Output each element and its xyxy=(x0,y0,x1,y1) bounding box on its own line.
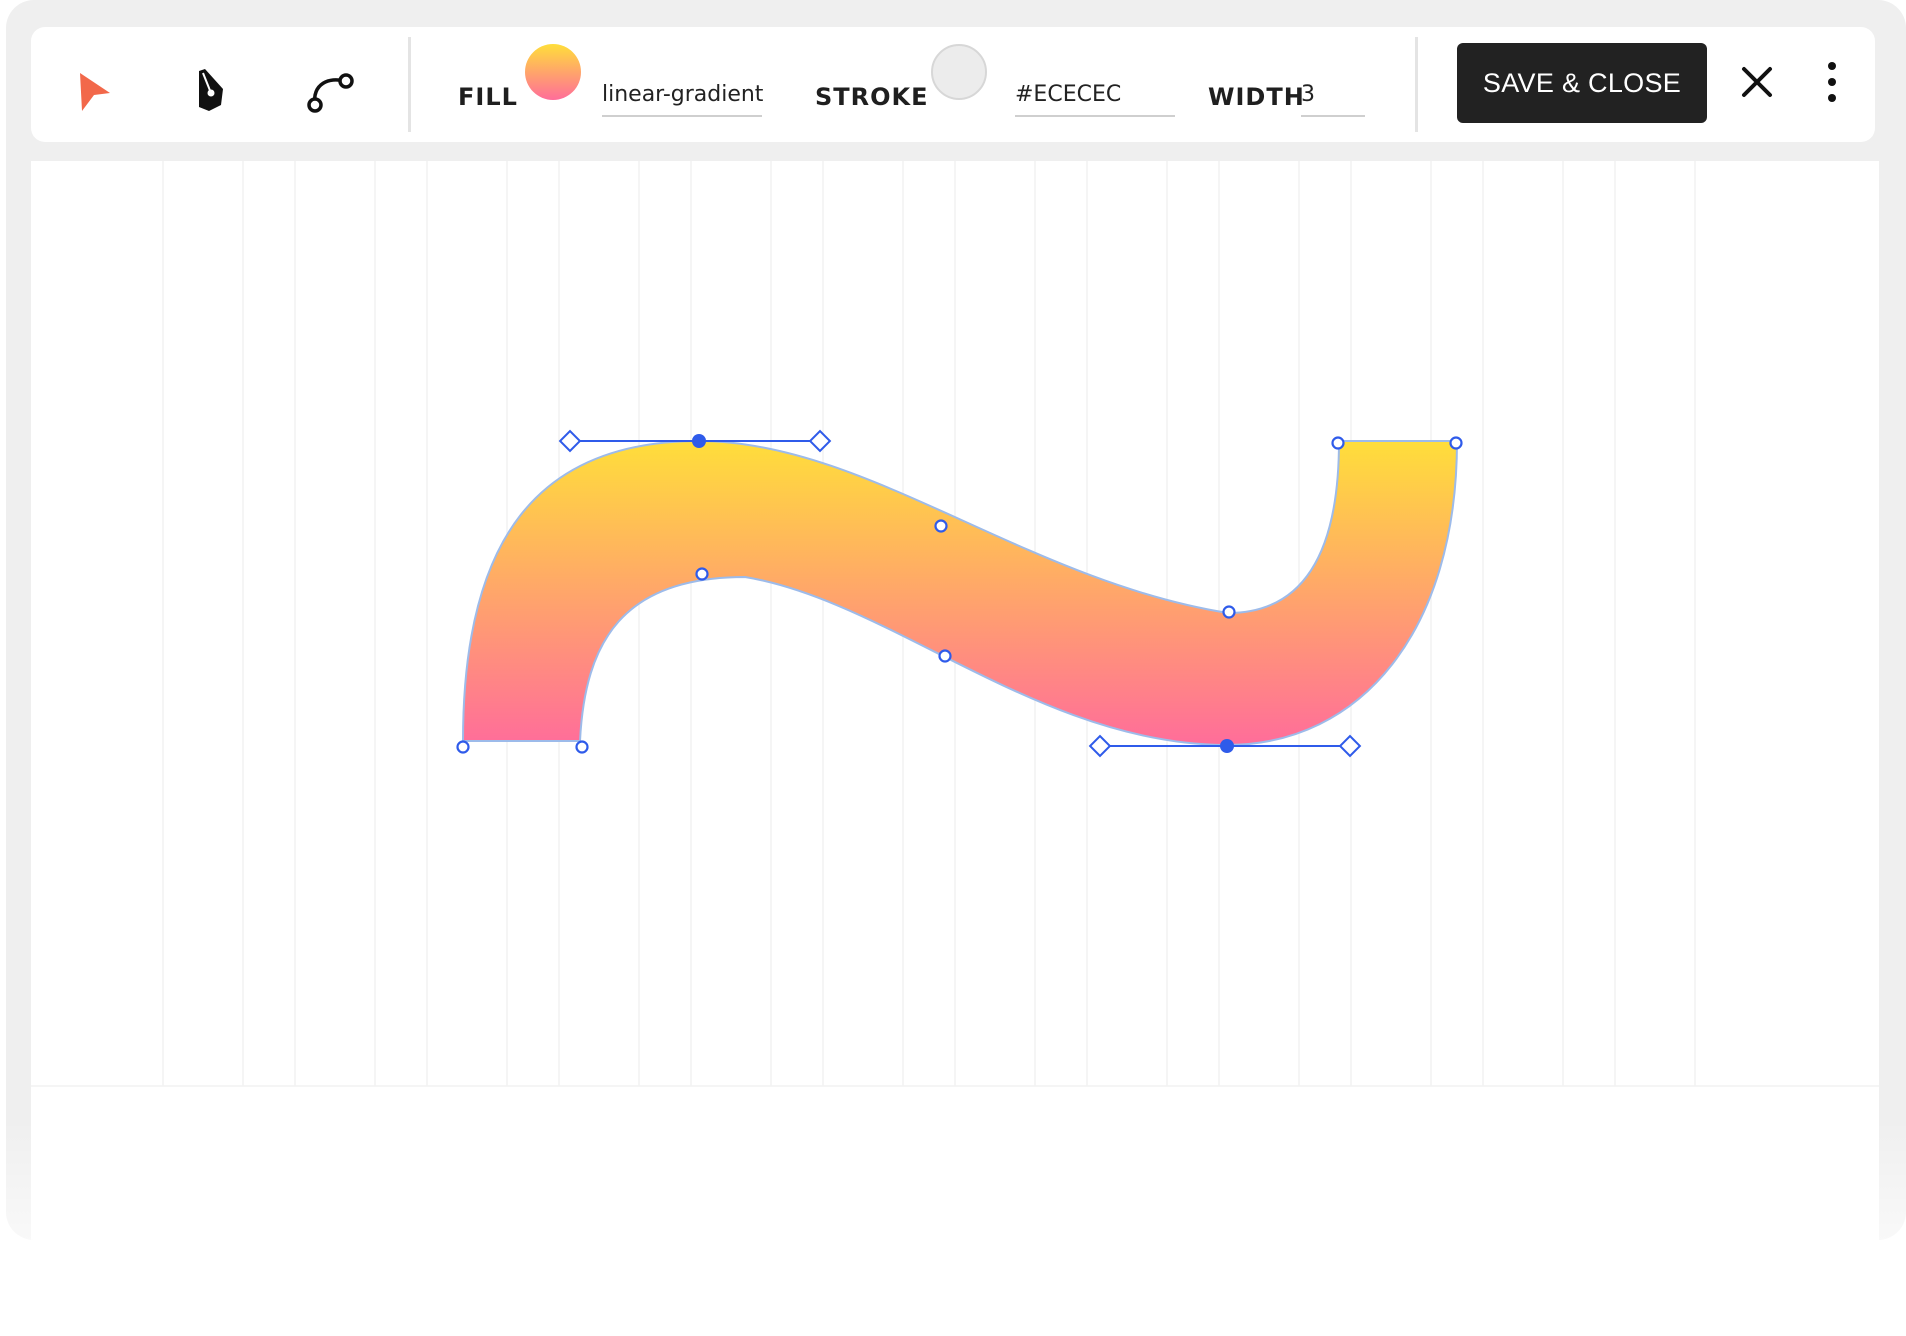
width-value-field[interactable]: 3 xyxy=(1301,73,1365,117)
toolbar-divider xyxy=(1415,37,1418,132)
stroke-value-field[interactable]: #ECECEC xyxy=(1015,73,1175,117)
s-curve-shape[interactable] xyxy=(461,439,1459,747)
width-label: WIDTH xyxy=(1208,83,1305,111)
close-button[interactable] xyxy=(1727,52,1787,112)
bezier-tool-button[interactable] xyxy=(301,61,361,121)
close-icon xyxy=(1742,67,1772,97)
more-menu-button[interactable] xyxy=(1802,52,1862,112)
bezier-curve-icon xyxy=(307,73,354,113)
cursor-arrow-icon xyxy=(80,73,110,111)
save-and-close-button[interactable]: SAVE & CLOSE xyxy=(1457,43,1707,123)
drawing-canvas[interactable] xyxy=(31,161,1879,1240)
stroke-label: STROKE xyxy=(815,83,929,111)
select-tool-button[interactable] xyxy=(64,61,124,121)
fill-label: FILL xyxy=(458,83,518,111)
pen-tool-button[interactable] xyxy=(181,61,241,121)
editor-window: FILL linear-gradient STROKE #ECECEC WIDT… xyxy=(6,0,1906,1240)
canvas-svg xyxy=(31,161,1879,1087)
more-vertical-icon xyxy=(1828,62,1836,102)
stroke-color-swatch[interactable] xyxy=(931,44,987,100)
toolbar: FILL linear-gradient STROKE #ECECEC WIDT… xyxy=(31,27,1875,142)
toolbar-divider xyxy=(408,37,411,132)
fill-value-field[interactable]: linear-gradient xyxy=(602,73,763,117)
fill-color-swatch[interactable] xyxy=(525,44,581,100)
pen-nib-icon xyxy=(199,69,223,111)
